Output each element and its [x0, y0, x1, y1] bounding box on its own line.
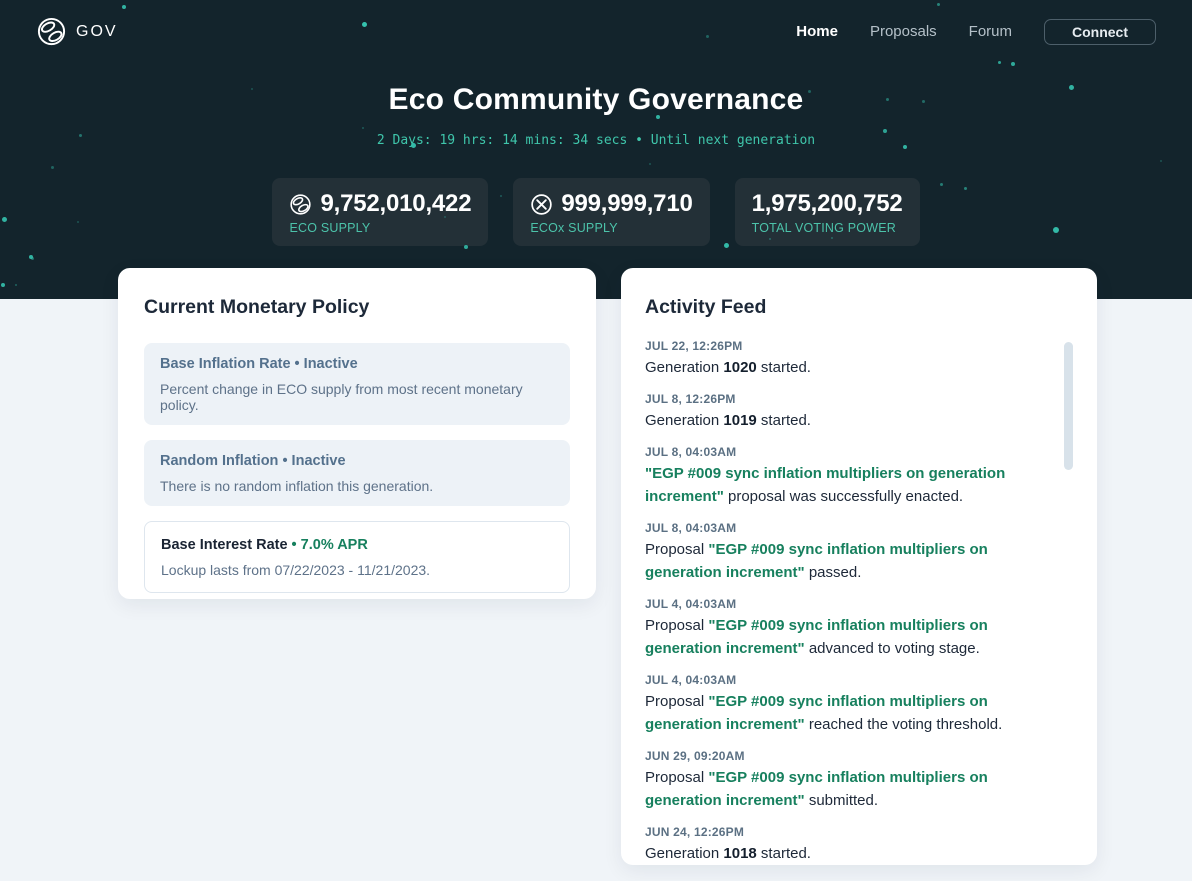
particle-dot	[1011, 62, 1015, 66]
feed-item: JUL 8, 12:26PM Generation 1019 started.	[645, 392, 1041, 432]
feed-item: JUL 8, 04:03AM "EGP #009 sync inflation m…	[645, 445, 1041, 508]
policy-card: Current Monetary Policy Base Inflation R…	[118, 268, 596, 599]
generation-number: 1020	[723, 359, 756, 376]
activity-card-title: Activity Feed	[645, 296, 1073, 319]
feed-timestamp: JUN 29, 09:20AM	[645, 749, 1041, 764]
feed-timestamp: JUL 8, 12:26PM	[645, 392, 1041, 407]
particle-dot	[51, 166, 54, 169]
eco-logo-icon	[36, 16, 67, 47]
ecox-icon	[530, 193, 553, 216]
stat-card: 1,975,200,752 TOTAL VOTING POWER	[735, 178, 920, 246]
feed-timestamp: JUL 22, 12:26PM	[645, 339, 1041, 354]
particle-dot	[1, 283, 5, 287]
feed-text: Proposal "EGP #009 sync inflation multip…	[645, 766, 1041, 812]
stat-label: TOTAL VOTING POWER	[752, 221, 903, 235]
policy-item-desc: Lockup lasts from 07/22/2023 - 11/21/202…	[161, 562, 553, 578]
feed-timestamp: JUL 4, 04:03AM	[645, 673, 1041, 688]
generation-countdown: 2 Days: 19 hrs: 14 mins: 34 secs • Until…	[0, 133, 1192, 148]
feed-item: JUL 8, 04:03AM Proposal "EGP #009 sync in…	[645, 521, 1041, 584]
feed-item: JUL 4, 04:03AM Proposal "EGP #009 sync in…	[645, 597, 1041, 660]
logo-text: GOV	[76, 23, 118, 41]
stat-value: 1,975,200,752	[752, 190, 903, 218]
stat-label: ECOx SUPPLY	[530, 221, 692, 235]
feed-text-segment: started.	[757, 845, 811, 862]
feed-text-segment: Generation	[645, 359, 723, 376]
feed-item: JUL 22, 12:26PM Generation 1020 started.	[645, 339, 1041, 379]
eco-icon	[289, 193, 312, 216]
particle-dot	[15, 284, 17, 286]
feed-item: JUL 4, 04:03AM Proposal "EGP #009 sync in…	[645, 673, 1041, 736]
policy-item-status: • Inactive	[291, 356, 358, 372]
logo[interactable]: GOV	[36, 16, 118, 47]
feed-text: Proposal "EGP #009 sync inflation multip…	[645, 538, 1041, 584]
feed-text-segment: Proposal	[645, 769, 708, 786]
policy-item-title: Random Inflation	[160, 453, 278, 469]
policy-item: Base Interest Rate • 7.0% APR Lockup last…	[144, 521, 570, 593]
stat-value: 999,999,710	[561, 190, 692, 218]
particle-dot	[29, 255, 33, 259]
policy-item: Random Inflation • Inactive There is no r…	[144, 440, 570, 506]
feed-text-segment: started.	[757, 359, 811, 376]
activity-feed-list: JUL 22, 12:26PMGeneration 1020 started.J…	[645, 339, 1073, 865]
policy-item-status: • 7.0% APR	[288, 537, 368, 553]
policy-card-title: Current Monetary Policy	[144, 296, 570, 319]
feed-text-segment: Generation	[645, 845, 723, 862]
nav-links: Home Proposals Forum	[796, 23, 1012, 40]
scrollbar-thumb[interactable]	[1064, 342, 1073, 470]
stat-card: 999,999,710 ECOx SUPPLY	[513, 178, 709, 246]
particle-dot	[1160, 160, 1162, 162]
particle-dot	[362, 127, 364, 129]
stat-label: ECO SUPPLY	[289, 221, 471, 235]
topbar: GOV Home Proposals Forum Connect	[0, 0, 1192, 47]
activity-card: Activity Feed JUL 22, 12:26PM Generation …	[621, 268, 1097, 865]
particle-dot	[649, 163, 651, 165]
feed-text-segment: advanced to voting stage.	[805, 640, 980, 657]
feed-text: Generation 1020 started.	[645, 356, 1041, 379]
policy-item-desc: There is no random inflation this genera…	[160, 478, 554, 494]
feed-text-segment: Proposal	[645, 617, 708, 634]
feed-text-segment: passed.	[805, 564, 862, 581]
page-title: Eco Community Governance	[0, 83, 1192, 117]
feed-item: JUN 29, 09:20AM Proposal "EGP #009 sync i…	[645, 749, 1041, 812]
policy-item-title: Base Inflation Rate	[160, 356, 291, 372]
feed-text-segment: submitted.	[805, 792, 878, 809]
feed-timestamp: JUL 8, 04:03AM	[645, 521, 1041, 536]
particle-dot	[31, 257, 34, 260]
feed-text: Proposal "EGP #009 sync inflation multip…	[645, 614, 1041, 660]
feed-text: Proposal "EGP #009 sync inflation multip…	[645, 690, 1041, 736]
nav-item-home[interactable]: Home	[796, 23, 838, 40]
nav-item-proposals[interactable]: Proposals	[870, 23, 937, 40]
nav-item-forum[interactable]: Forum	[969, 23, 1012, 40]
feed-text-segment: Generation	[645, 412, 723, 429]
policy-items: Base Inflation Rate • Inactive Percent ch…	[144, 343, 570, 593]
policy-item-heading: Base Inflation Rate • Inactive	[160, 355, 554, 373]
policy-item-title: Base Interest Rate	[161, 537, 288, 553]
connect-button[interactable]: Connect	[1044, 19, 1156, 45]
generation-number: 1018	[723, 845, 756, 862]
policy-item-heading: Random Inflation • Inactive	[160, 452, 554, 470]
policy-item-heading: Base Interest Rate • 7.0% APR	[161, 536, 553, 554]
feed-text-segment: started.	[757, 412, 811, 429]
feed-timestamp: JUN 24, 12:26PM	[645, 825, 1041, 840]
feed-text: Generation 1018 started.	[645, 842, 1041, 865]
stat-card: 9,752,010,422 ECO SUPPLY	[272, 178, 488, 246]
feed-text: Generation 1019 started.	[645, 409, 1041, 432]
feed-text-segment: Proposal	[645, 693, 708, 710]
feed-text-segment: reached the voting threshold.	[805, 716, 1003, 733]
feed-item: JUN 24, 12:26PM Generation 1018 started.	[645, 825, 1041, 865]
generation-number: 1019	[723, 412, 756, 429]
policy-item: Base Inflation Rate • Inactive Percent ch…	[144, 343, 570, 425]
policy-item-desc: Percent change in ECO supply from most r…	[160, 381, 554, 413]
feed-text: "EGP #009 sync inflation multipliers on …	[645, 462, 1041, 508]
stats-row: 9,752,010,422 ECO SUPPLY 999,999,710 ECOx …	[0, 178, 1192, 246]
feed-text-segment: proposal was successfully enacted.	[724, 488, 963, 505]
stat-value: 9,752,010,422	[320, 190, 471, 218]
hero: GOV Home Proposals Forum Connect Eco Commu…	[0, 0, 1192, 299]
particle-dot	[998, 61, 1001, 64]
feed-timestamp: JUL 8, 04:03AM	[645, 445, 1041, 460]
policy-item-status: • Inactive	[278, 453, 345, 469]
feed-text-segment: Proposal	[645, 541, 708, 558]
feed-timestamp: JUL 4, 04:03AM	[645, 597, 1041, 612]
nav: Home Proposals Forum Connect	[796, 19, 1156, 45]
